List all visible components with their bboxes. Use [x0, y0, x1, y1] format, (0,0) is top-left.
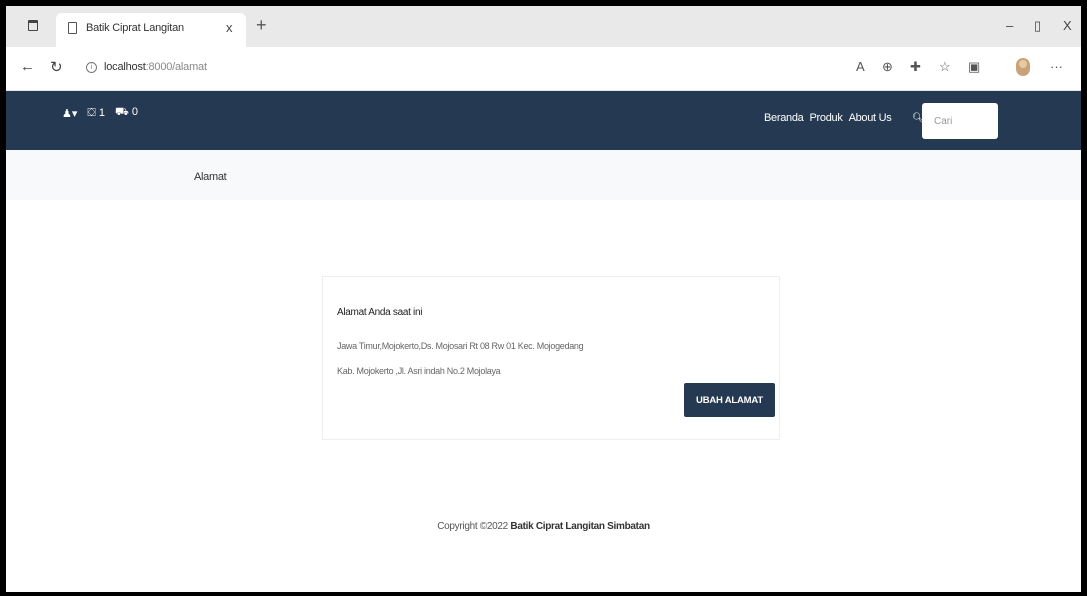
orders-link[interactable]: ⛟ 0	[115, 106, 138, 120]
browser-window: Batik Ciprat Langitan x + – ▯ X ← ↻ i lo…	[0, 0, 1087, 596]
extensions-icon[interactable]: ✚	[910, 59, 921, 75]
tab-title: Batik Ciprat Langitan	[86, 22, 184, 34]
more-icon[interactable]: ···	[1050, 59, 1063, 74]
footer-brand: Batik Ciprat Langitan Simbatan	[510, 521, 650, 532]
nav-links: Beranda Produk About Us	[764, 112, 892, 124]
profile-avatar[interactable]	[1016, 58, 1030, 76]
cart-count: 1	[98, 106, 105, 119]
read-aloud-icon[interactable]: A	[856, 59, 865, 74]
address-heading: Alamat Anda saat ini	[337, 307, 423, 318]
close-tab-icon[interactable]: x	[226, 20, 233, 35]
nav-beranda[interactable]: Beranda	[764, 112, 804, 124]
refresh-icon[interactable]: ↻	[50, 58, 63, 76]
address-line-2: Kab. Mojokerto ,Jl. Asri indah No.2 Mojo…	[337, 366, 501, 376]
page-icon	[68, 22, 77, 34]
back-arrow-icon[interactable]: ←	[20, 58, 35, 75]
site-navbar: ♟▾ ⛋ 1 ⛟ 0 Beranda Produk About Us 🔍︎	[6, 91, 1081, 150]
address-bar: ← ↻ i localhost:8000/alamat A ⊕ ✚ ☆ ▣ ··…	[6, 47, 1081, 91]
minimize-icon[interactable]: –	[1006, 18, 1013, 33]
url-host: localhost	[104, 61, 146, 73]
maximize-icon[interactable]: ▯	[1034, 18, 1041, 34]
address-line-1: Jawa Timur,Mojokerto,Ds. Mojosari Rt 08 …	[337, 341, 584, 351]
zoom-icon[interactable]: ⊕	[882, 59, 893, 75]
close-window-icon[interactable]: X	[1063, 18, 1072, 33]
collections-icon[interactable]: ▣	[968, 59, 980, 75]
copyright-text: Copyright ©2022	[437, 521, 508, 532]
address-card: Alamat Anda saat ini Jawa Timur,Mojokert…	[322, 276, 780, 440]
change-address-button[interactable]: UBAH ALAMAT	[684, 383, 775, 417]
url-field[interactable]: localhost:8000/alamat	[104, 61, 207, 73]
breadcrumb-current: Alamat	[194, 171, 227, 183]
cart-icon: ⛋	[87, 106, 96, 119]
url-path: :8000/alamat	[145, 61, 207, 73]
new-tab-icon[interactable]: +	[256, 16, 267, 34]
cart-link[interactable]: ⛋ 1	[87, 107, 105, 120]
user-menu-icon[interactable]: ♟▾	[62, 107, 77, 120]
navbar-icons: ♟▾ ⛋ 1 ⛟ 0	[62, 106, 138, 120]
search-input[interactable]	[922, 103, 998, 139]
order-count: 0	[131, 106, 138, 118]
footer: Copyright ©2022 Batik Ciprat Langitan Si…	[6, 521, 1081, 532]
truck-icon: ⛟	[114, 106, 129, 118]
browser-tab[interactable]: Batik Ciprat Langitan x	[56, 13, 246, 47]
site-info-icon[interactable]: i	[86, 62, 97, 73]
breadcrumb: Alamat	[6, 150, 1081, 200]
tab-strip: Batik Ciprat Langitan x + – ▯ X	[6, 6, 1081, 47]
window-menu-icon[interactable]	[28, 20, 38, 31]
nav-produk[interactable]: Produk	[810, 112, 843, 124]
nav-about-us[interactable]: About Us	[849, 112, 892, 124]
favorites-icon[interactable]: ☆	[939, 59, 951, 75]
